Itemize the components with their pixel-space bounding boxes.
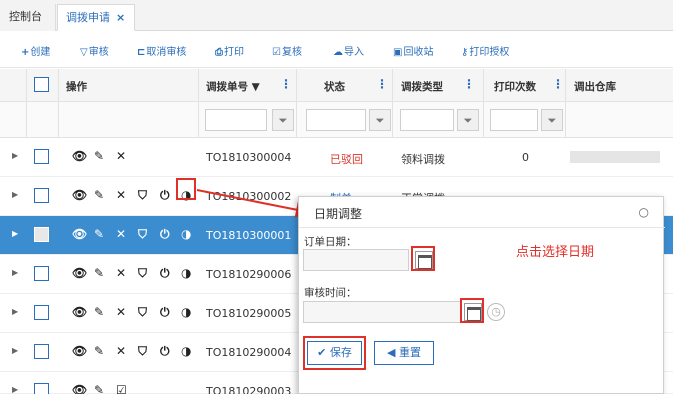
annotation-label: 点击选择日期 [516, 245, 595, 260]
dialog-close-icon[interactable]: ○ [639, 205, 649, 219]
save-highlight [303, 336, 366, 370]
clock-icon[interactable]: ◷ [487, 303, 505, 321]
dialog-divider [299, 227, 665, 228]
audit-date-highlight [460, 298, 484, 323]
order-date-input[interactable] [303, 249, 409, 271]
date-adjust-dialog: 日期调整 ○ 订单日期： 审核时间： ◷ ✔ 保存 ◀ 重置 [298, 196, 665, 394]
order-date-label: 订单日期： [304, 236, 357, 248]
dialog-title: 日期调整 [314, 207, 363, 221]
arrow-to-dialog [196, 189, 312, 218]
audit-time-input[interactable] [303, 301, 461, 323]
reset-button[interactable]: ◀ 重置 [374, 341, 434, 365]
audit-time-label: 审核时间： [304, 287, 357, 299]
order-date-highlight [411, 246, 435, 271]
